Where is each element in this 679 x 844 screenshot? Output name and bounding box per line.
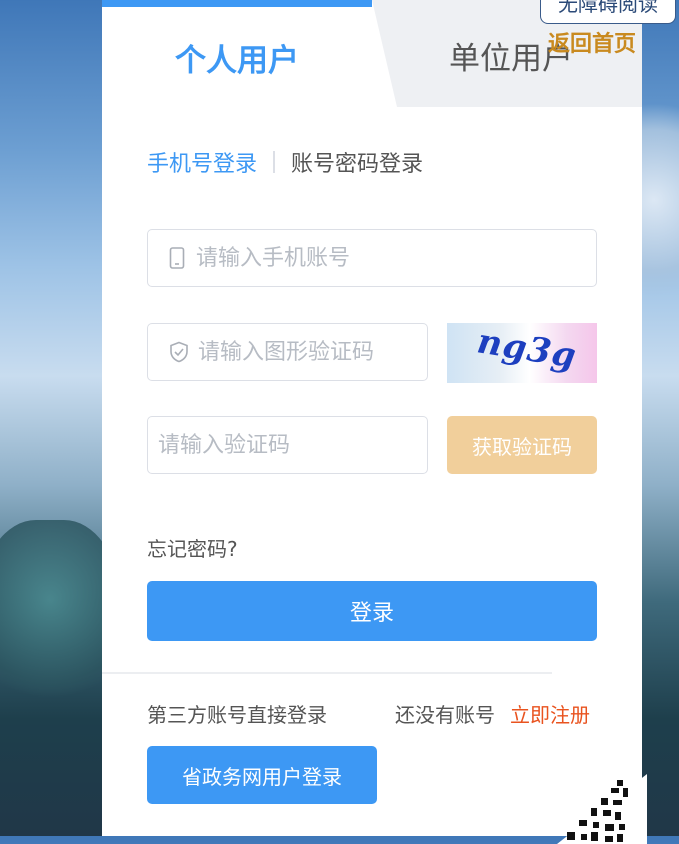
- forgot-password-link[interactable]: 忘记密码?: [147, 533, 238, 562]
- section-divider: [102, 672, 552, 674]
- login-panel: 个人用户 单位用户 手机号登录 账号密码登录 ng3g 获取验证码 忘记密码? …: [102, 0, 647, 844]
- mobile-phone-icon: [164, 245, 190, 271]
- captcha-image[interactable]: ng3g: [447, 323, 597, 383]
- sms-code-input[interactable]: [156, 431, 427, 459]
- third-party-login-label: 第三方账号直接登录: [147, 703, 327, 727]
- login-button[interactable]: 登录: [147, 581, 597, 641]
- login-mode-switch: 手机号登录 账号密码登录: [147, 146, 423, 178]
- captcha-input[interactable]: [196, 338, 427, 366]
- active-tab-indicator: [102, 0, 372, 7]
- accessible-reading-button[interactable]: 无障碍阅读: [540, 0, 676, 24]
- captcha-image-text: ng3g: [474, 323, 580, 377]
- sms-code-field: [147, 416, 428, 474]
- phone-field: [147, 229, 597, 287]
- login-mode-separator: [273, 151, 276, 173]
- captcha-field: [147, 323, 428, 381]
- phone-input[interactable]: [194, 244, 596, 272]
- get-code-button[interactable]: 获取验证码: [447, 416, 597, 474]
- register-link[interactable]: 立即注册: [510, 699, 590, 728]
- account-password-login-tab[interactable]: 账号密码登录: [291, 146, 423, 178]
- tab-personal-user[interactable]: 个人用户: [102, 7, 372, 107]
- back-home-link[interactable]: 返回首页: [548, 26, 636, 58]
- gov-network-login-button[interactable]: 省政务网用户登录: [147, 746, 377, 804]
- phone-login-tab[interactable]: 手机号登录: [147, 146, 257, 178]
- qr-code: [557, 774, 647, 844]
- shield-check-icon: [166, 339, 192, 365]
- no-account-label: 还没有账号: [395, 703, 495, 727]
